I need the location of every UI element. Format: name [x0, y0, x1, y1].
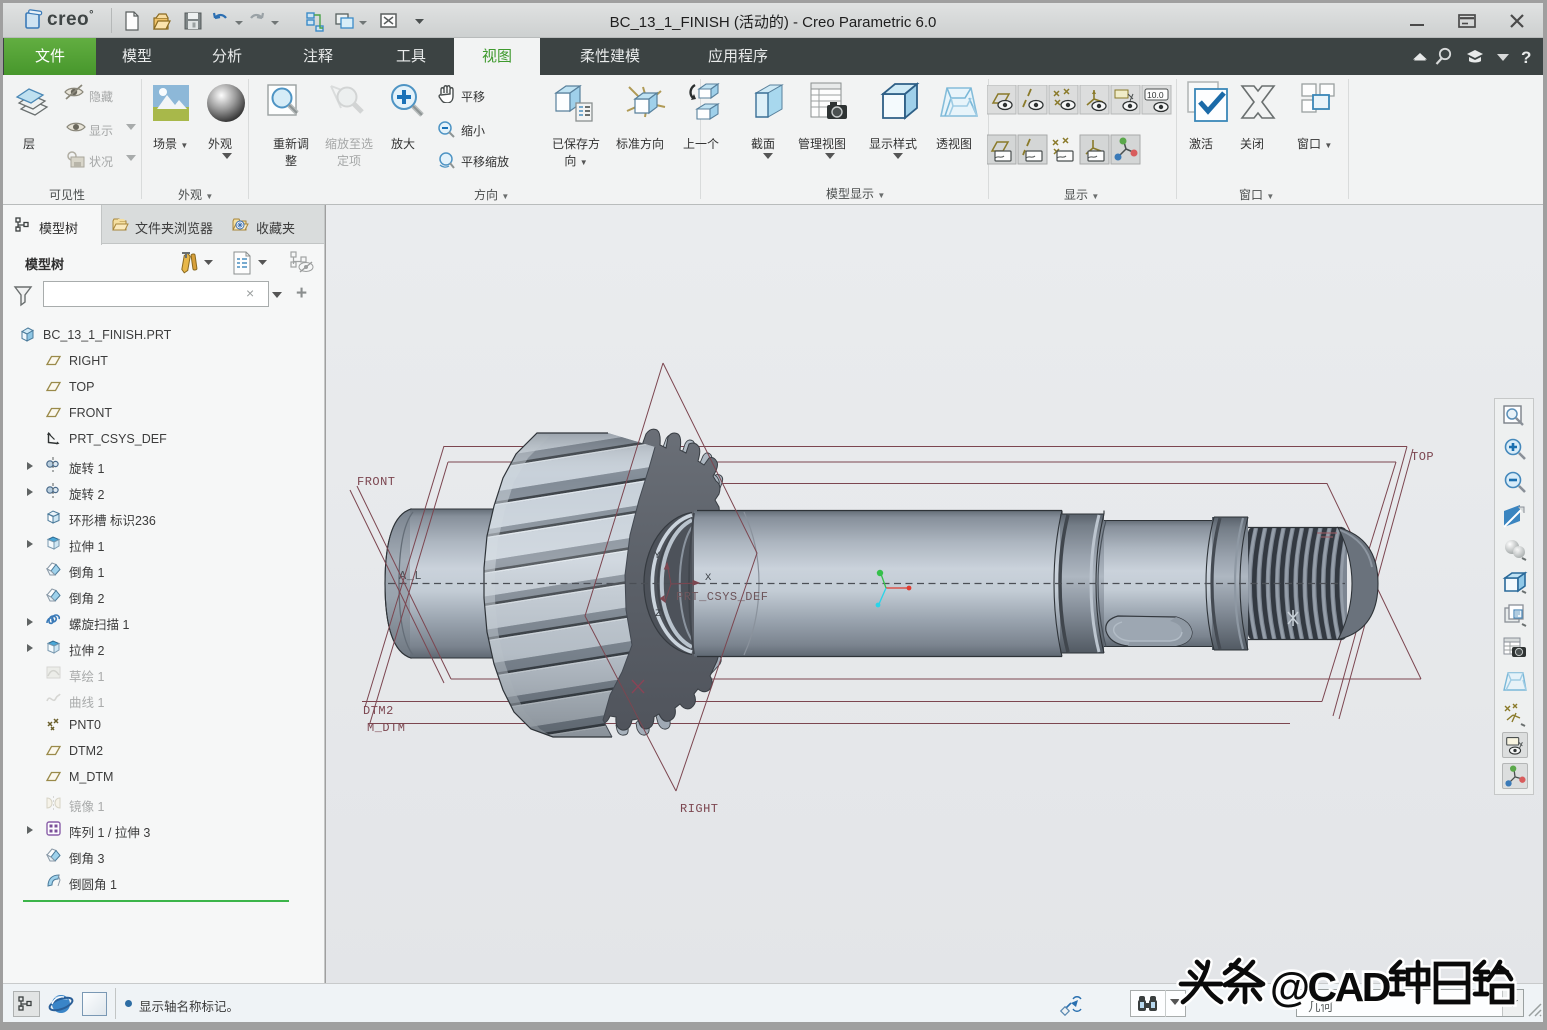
svg-text:PRT_CSYS_DEF: PRT_CSYS_DEF: [676, 590, 768, 604]
svg-text:@CAD: @CAD: [1270, 964, 1390, 1010]
svg-text:Z: Z: [655, 608, 661, 620]
svg-text:TOP: TOP: [1411, 450, 1434, 464]
svg-text:Y: Y: [654, 550, 661, 562]
svg-text:?: ?: [1521, 48, 1531, 67]
svg-text:RIGHT: RIGHT: [680, 802, 719, 816]
svg-text:FRONT: FRONT: [357, 475, 396, 489]
svg-text:A_L: A_L: [399, 569, 422, 583]
svg-text:10.0: 10.0: [1147, 90, 1164, 100]
svg-text:X: X: [705, 572, 712, 584]
svg-text:DTM2: DTM2: [363, 704, 394, 718]
svg-text:M_DTM: M_DTM: [367, 721, 406, 735]
